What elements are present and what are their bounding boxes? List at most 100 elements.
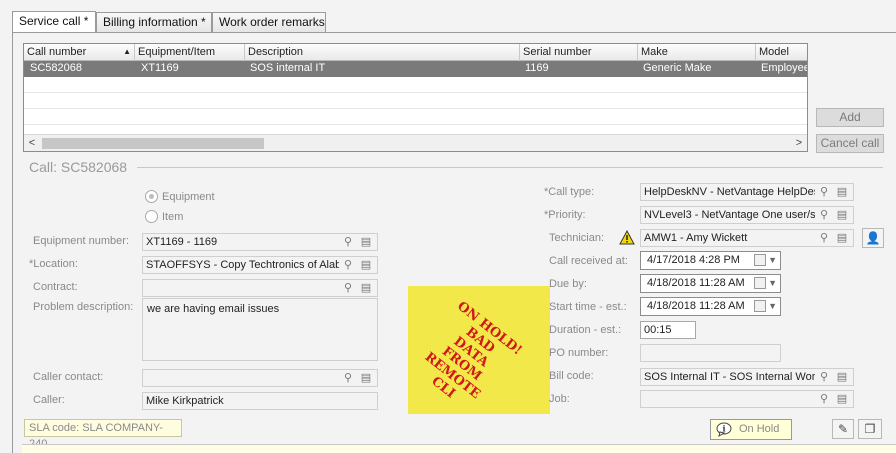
- column-header-make[interactable]: Make: [638, 44, 756, 61]
- technician-field[interactable]: AMW1 - Amy Wickett ⚲ ▤: [640, 229, 854, 247]
- caller-value: Mike Kirkpatrick: [146, 395, 224, 407]
- location-field[interactable]: STAOFFSYS - Copy Techtronics of Alabar ⚲…: [142, 256, 378, 274]
- priority-field[interactable]: NVLevel3 - NetVantage One user/sm ⚲ ▤: [640, 206, 854, 224]
- call-title: Call: SC582068: [29, 159, 128, 175]
- menu-dropdown-icon[interactable]: ▤: [359, 258, 373, 272]
- caller-field[interactable]: Mike Kirkpatrick: [142, 392, 378, 410]
- horizontal-scrollbar[interactable]: < >: [24, 134, 807, 151]
- search-icon[interactable]: ⚲: [341, 258, 355, 272]
- problem-description-textarea[interactable]: we are having email issues: [142, 298, 378, 361]
- call-type-field[interactable]: HelpDeskNV - NetVantage HelpDesk ⚲ ▤: [640, 183, 854, 201]
- table-row-empty: [24, 109, 807, 125]
- calendar-icon[interactable]: [754, 277, 766, 289]
- menu-dropdown-icon[interactable]: ▤: [359, 371, 373, 385]
- equipment-radio[interactable]: [145, 190, 158, 203]
- bill-code-label: Bill code:: [549, 370, 594, 382]
- calendar-icon[interactable]: [754, 254, 766, 266]
- job-field[interactable]: ⚲ ▤: [640, 390, 854, 408]
- contract-field[interactable]: ⚲ ▤: [142, 279, 378, 297]
- menu-dropdown-icon[interactable]: ▤: [835, 231, 849, 245]
- on-hold-sticky-note: ON HOLD! BAD DATA FROM REMOTE CLI: [408, 286, 550, 414]
- service-calls-grid: Call number ▲ Equipment/Item Description …: [23, 43, 808, 152]
- table-row-empty: [24, 77, 807, 93]
- menu-dropdown-icon[interactable]: ▤: [835, 208, 849, 222]
- table-row-empty: [24, 93, 807, 109]
- copy-icon: ❐: [864, 422, 876, 436]
- chevron-down-icon[interactable]: ▼: [768, 275, 777, 292]
- search-icon[interactable]: ⚲: [341, 281, 355, 295]
- caller-label: Caller:: [33, 394, 65, 406]
- scrollbar-thumb[interactable]: [42, 138, 264, 149]
- due-by-datetime[interactable]: 4/18/2018 11:28 AM ▼: [640, 274, 781, 293]
- search-icon[interactable]: ⚲: [817, 231, 831, 245]
- info-speech-icon: i: [716, 422, 732, 438]
- scroll-left-icon[interactable]: <: [24, 135, 40, 151]
- duration-field[interactable]: 00:15: [640, 321, 696, 339]
- start-time-datetime[interactable]: 4/18/2018 11:28 AM ▼: [640, 297, 781, 316]
- location-label: *Location:: [29, 258, 78, 270]
- start-time-label: Start time - est.:: [549, 301, 627, 313]
- chevron-down-icon[interactable]: ▼: [768, 252, 777, 269]
- chevron-down-icon[interactable]: ▼: [768, 298, 777, 315]
- column-header-model[interactable]: Model: [756, 44, 807, 61]
- menu-dropdown-icon[interactable]: ▤: [359, 281, 373, 295]
- equipment-number-field[interactable]: XT1169 - 1169 ⚲ ▤: [142, 233, 378, 251]
- due-by-label: Due by:: [549, 278, 587, 290]
- bill-code-field[interactable]: SOS Internal IT - SOS Internal Work ⚲ ▤: [640, 368, 854, 386]
- search-user-icon[interactable]: ⚲: [817, 370, 831, 384]
- search-icon[interactable]: ⚲: [817, 185, 831, 199]
- column-header-call-number[interactable]: Call number ▲: [24, 44, 135, 61]
- start-time-value: 4/18/2018 11:28 AM: [647, 300, 745, 312]
- menu-dropdown-icon[interactable]: ▤: [835, 392, 849, 406]
- call-type-label: *Call type:: [544, 186, 595, 198]
- call-received-value: 4/17/2018 4:28 PM: [647, 254, 740, 266]
- priority-label: *Priority:: [544, 209, 586, 221]
- item-radio[interactable]: [145, 210, 158, 223]
- problem-description-label: Problem description:: [33, 301, 134, 313]
- equipment-number-label: Equipment number:: [33, 235, 129, 247]
- column-header-serial-number[interactable]: Serial number: [520, 44, 638, 61]
- menu-dropdown-icon[interactable]: ▤: [835, 370, 849, 384]
- on-hold-button[interactable]: i On Hold: [710, 419, 792, 440]
- bill-code-value: SOS Internal IT - SOS Internal Work: [644, 371, 815, 383]
- equipment-radio-label: Equipment: [162, 191, 215, 203]
- search-icon[interactable]: ⚲: [817, 208, 831, 222]
- paperclip-icon: ✎: [837, 422, 849, 436]
- scroll-right-icon[interactable]: >: [791, 135, 807, 151]
- search-icon[interactable]: ⚲: [341, 235, 355, 249]
- caller-contact-label: Caller contact:: [33, 371, 104, 383]
- attachment-button[interactable]: ✎: [832, 419, 854, 439]
- status-bar: [22, 444, 896, 453]
- column-header-description[interactable]: Description: [245, 44, 520, 61]
- tab-work-order-remarks[interactable]: Work order remarks: [212, 12, 326, 32]
- add-button[interactable]: Add: [816, 108, 884, 127]
- location-value: STAOFFSYS - Copy Techtronics of Alabar: [146, 259, 339, 271]
- technician-schedule-button[interactable]: 👤: [862, 228, 884, 248]
- item-radio-label: Item: [162, 211, 184, 223]
- divider: [137, 167, 883, 168]
- tab-billing-information[interactable]: Billing information *: [96, 12, 212, 32]
- cell-serial-number: 1169: [525, 62, 549, 74]
- cell-description: SOS internal IT: [250, 62, 326, 74]
- calendar-icon[interactable]: [754, 300, 766, 312]
- table-row[interactable]: SC582068 XT1169 SOS internal IT 1169 Gen…: [24, 61, 807, 77]
- duration-value: 00:15: [644, 324, 672, 336]
- caller-contact-field[interactable]: ⚲ ▤: [142, 369, 378, 387]
- call-type-value: HelpDeskNV - NetVantage HelpDesk: [644, 186, 815, 198]
- tab-service-call[interactable]: Service call *: [12, 11, 96, 32]
- call-received-datetime[interactable]: 4/17/2018 4:28 PM ▼: [640, 251, 781, 270]
- column-header-equipment-item[interactable]: Equipment/Item: [135, 44, 245, 61]
- problem-description-value: we are having email issues: [147, 303, 280, 315]
- search-icon[interactable]: ⚲: [817, 392, 831, 406]
- po-number-field[interactable]: [640, 344, 781, 362]
- cancel-call-button[interactable]: Cancel call: [816, 134, 884, 153]
- person-icon: 👤: [865, 231, 881, 245]
- menu-dropdown-icon[interactable]: ▤: [835, 185, 849, 199]
- copy-button[interactable]: ❐: [858, 419, 882, 439]
- due-by-value: 4/18/2018 11:28 AM: [647, 277, 745, 289]
- menu-dropdown-icon[interactable]: ▤: [359, 235, 373, 249]
- on-hold-label: On Hold: [739, 423, 780, 435]
- grid-header: Call number ▲ Equipment/Item Description …: [24, 44, 807, 61]
- duration-label: Duration - est.:: [549, 324, 622, 336]
- search-user-icon[interactable]: ⚲: [341, 371, 355, 385]
